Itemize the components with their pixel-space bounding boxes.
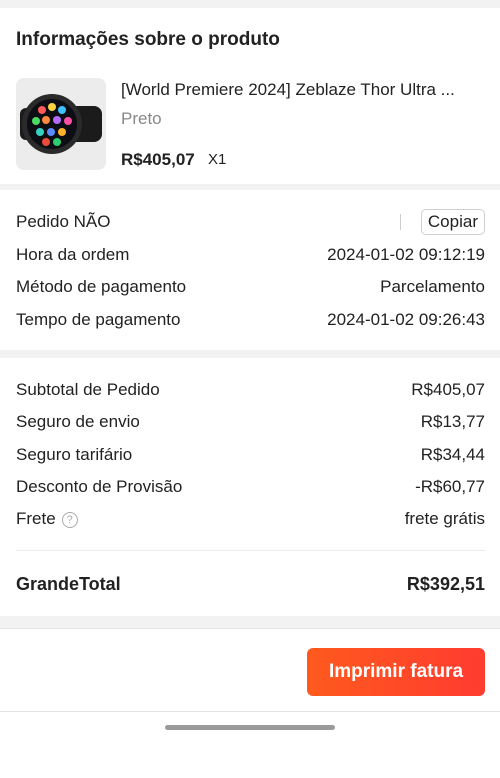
grand-total-label: GrandeTotal [16,573,121,594]
divider [0,711,500,712]
tariff-insurance-row: Seguro tarifário R$34,44 [16,443,485,467]
discount-value: -R$60,77 [415,477,485,496]
product-thumbnail[interactable] [16,78,106,170]
product-price: R$405,07 [121,150,195,169]
freight-label: Frete [16,509,56,528]
shipping-insurance-label: Seguro de envio [16,412,140,431]
order-time-value: 2024-01-02 09:12:19 [327,245,485,264]
order-time-label: Hora da ordem [16,245,130,264]
order-time-row: Hora da ordem 2024-01-02 09:12:19 [16,243,485,267]
payment-time-row: Tempo de pagamento 2024-01-02 09:26:43 [16,308,485,332]
subtotal-value: R$405,07 [411,380,485,399]
order-info-card: Pedido NÃO Copiar Hora da ordem 2024-01-… [0,190,500,350]
subtotal-row: Subtotal de Pedido R$405,07 [16,378,485,402]
help-icon[interactable]: ? [61,511,78,528]
print-invoice-button[interactable]: Imprimir fatura [307,648,485,696]
tariff-insurance-label: Seguro tarifário [16,445,133,464]
order-number-label: Pedido NÃO [16,212,111,231]
product-quantity: X1 [208,151,227,168]
payment-time-value: 2024-01-02 09:26:43 [327,310,485,329]
order-number-value-group: Copiar [399,209,485,235]
smartwatch-icon [16,78,106,170]
freight-label-group: Frete? [16,509,78,529]
product-info-card: Informações sobre o produto [World Premi… [0,8,500,184]
product-variant: Preto [121,109,162,128]
freight-value: frete grátis [404,509,485,528]
payment-time-label: Tempo de pagamento [16,310,181,329]
copy-order-number-button[interactable]: Copiar [420,209,485,235]
discount-label: Desconto de Provisão [16,477,183,496]
shipping-insurance-value: R$13,77 [420,412,485,431]
order-number-row: Pedido NÃO Copiar [16,209,485,235]
payment-method-value: Parcelamento [380,277,485,296]
freight-row: Frete? frete grátis [16,507,485,531]
subtotal-label: Subtotal de Pedido [16,380,160,399]
order-summary-card: Subtotal de Pedido R$405,07 Seguro de en… [0,358,500,616]
bottom-action-bar: Imprimir fatura [0,628,500,778]
shipping-insurance-row: Seguro de envio R$13,77 [16,410,485,434]
payment-method-row: Método de pagamento Parcelamento [16,275,485,299]
product-section-title: Informações sobre o produto [16,29,280,50]
discount-row: Desconto de Provisão -R$60,77 [16,475,485,499]
tariff-insurance-value: R$34,44 [420,445,485,464]
separator [399,214,401,230]
grand-total-value: R$392,51 [406,573,485,594]
grand-total-row: GrandeTotal R$392,51 [16,572,485,596]
product-name[interactable]: [World Premiere 2024] Zeblaze Thor Ultra… [121,80,486,100]
divider [16,550,485,551]
payment-method-label: Método de pagamento [16,277,187,296]
home-indicator[interactable] [165,725,335,730]
